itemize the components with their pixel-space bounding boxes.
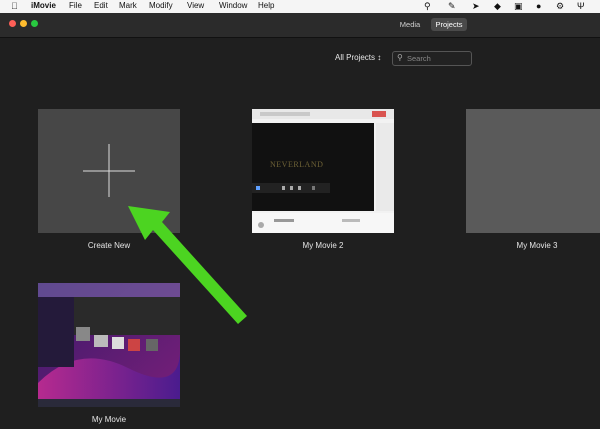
- green-arrow-annotation: [128, 206, 247, 324]
